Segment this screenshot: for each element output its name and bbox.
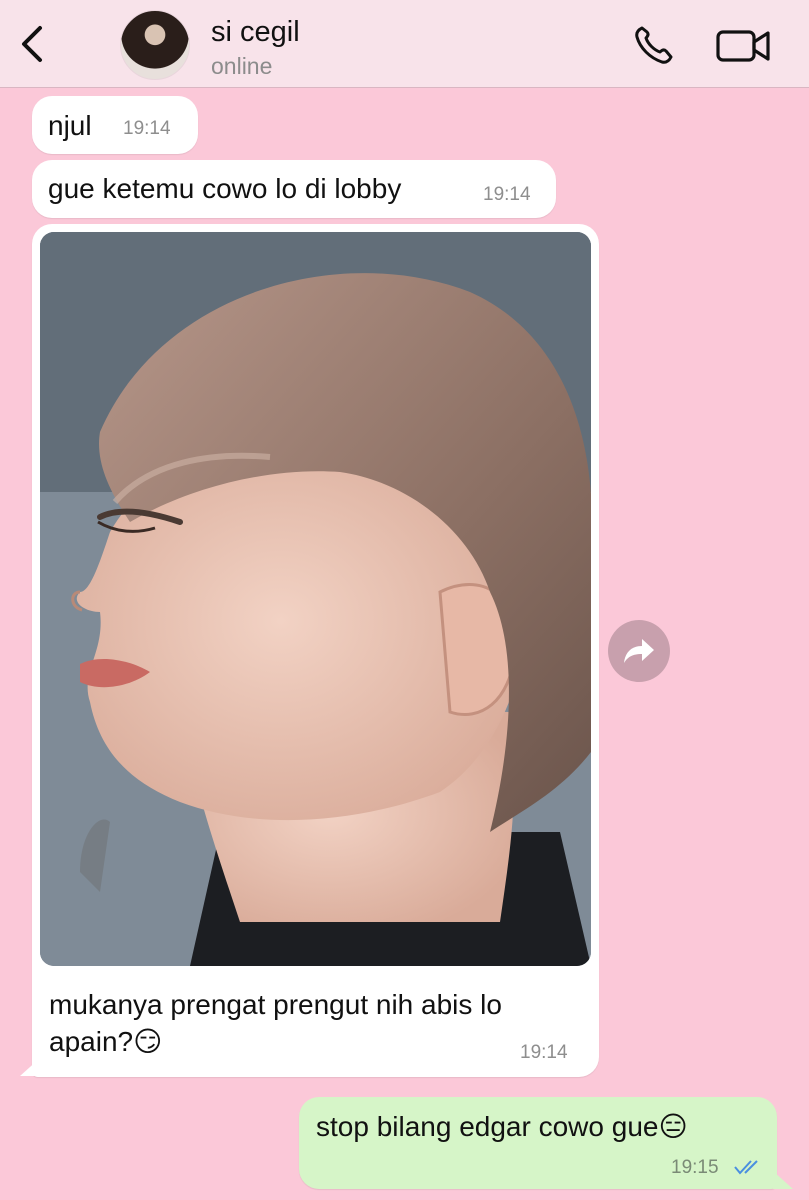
shared-photo[interactable] (40, 232, 591, 966)
portrait-photo (40, 232, 591, 966)
message-text: stop bilang edgar cowo gue😑 (316, 1111, 688, 1142)
bubble-tail (773, 1171, 793, 1189)
avatar[interactable] (120, 10, 190, 80)
contact-status: online (211, 53, 273, 79)
video-camera-icon (716, 30, 770, 62)
message-text: njul (48, 110, 92, 141)
message-time: 19:14 (483, 184, 531, 205)
message-time: 19:15 (671, 1157, 719, 1178)
voice-call-button[interactable] (630, 22, 680, 68)
photo-caption-line1: mukanya prengat prengut nih abis lo (49, 989, 502, 1020)
message-time: 19:14 (520, 1042, 568, 1063)
back-chevron-icon (22, 26, 42, 62)
message-bubble-incoming[interactable]: njul 19:14 (32, 96, 198, 154)
contact-name[interactable]: si cegil (211, 16, 300, 49)
read-receipt-icon (734, 1160, 758, 1175)
photo-caption-line2: apain?😏 (49, 1026, 163, 1057)
bubble-tail (20, 1058, 40, 1076)
back-button[interactable] (14, 22, 50, 66)
message-time: 19:14 (123, 118, 171, 139)
message-bubble-outgoing[interactable]: stop bilang edgar cowo gue😑 19:15 (299, 1097, 777, 1189)
chat-header: si cegil online (0, 0, 809, 88)
phone-icon (635, 26, 673, 64)
forward-button[interactable] (608, 620, 670, 682)
video-call-button[interactable] (712, 24, 774, 66)
forward-arrow-icon (624, 639, 654, 663)
photo-message-bubble[interactable]: mukanya prengat prengut nih abis lo apai… (32, 224, 599, 1077)
message-text: gue ketemu cowo lo di lobby (48, 173, 402, 204)
message-bubble-incoming[interactable]: gue ketemu cowo lo di lobby 19:14 (32, 160, 556, 218)
